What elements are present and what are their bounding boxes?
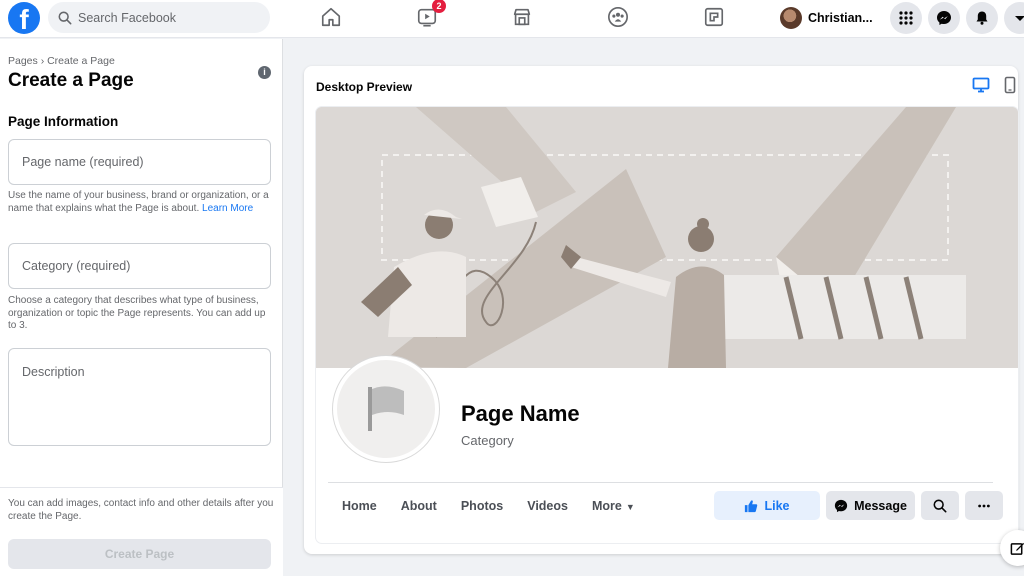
tab-more[interactable]: More ▼ <box>592 499 635 513</box>
like-button[interactable]: Like <box>714 491 820 520</box>
messenger-icon <box>937 11 951 25</box>
account-button[interactable] <box>1004 2 1024 34</box>
page-name-help-text: Use the name of your business, brand or … <box>8 190 274 215</box>
more-dots-icon <box>978 504 990 507</box>
page-preview: Page Name Category Home About Photos Vid… <box>316 107 1018 543</box>
bell-icon <box>976 11 988 25</box>
desktop-icon <box>972 77 990 93</box>
learn-more-link[interactable]: Learn More <box>202 203 253 214</box>
avatar <box>780 7 802 29</box>
menu-button[interactable] <box>890 2 922 34</box>
footer-note: You can add images, contact info and oth… <box>8 498 274 522</box>
tab-about[interactable]: About <box>401 499 437 513</box>
profile-link[interactable]: Christian... <box>780 5 873 31</box>
category-help-text: Choose a category that describes what ty… <box>8 295 266 331</box>
search-icon <box>58 11 72 24</box>
profile-name: Christian... <box>808 11 873 25</box>
messenger-button[interactable] <box>928 2 960 34</box>
search-bar[interactable] <box>48 2 270 33</box>
notifications-button[interactable] <box>966 2 998 34</box>
home-icon[interactable] <box>320 6 344 30</box>
desktop-preview-card: Desktop Preview Page Name Category Home … <box>304 66 1018 554</box>
like-label: Like <box>764 498 790 513</box>
preview-category: Category <box>461 433 514 448</box>
compose-icon <box>1010 542 1024 555</box>
description-textarea[interactable] <box>8 348 271 446</box>
info-icon[interactable]: i <box>258 66 271 79</box>
page-title: Create a Page <box>8 70 134 91</box>
category-input[interactable] <box>8 243 271 289</box>
tab-more-label: More <box>591 499 622 513</box>
create-page-form-panel: Pages › Create a Page Create a Page i Pa… <box>0 39 283 576</box>
watch-icon[interactable]: 2 <box>416 0 446 30</box>
notification-badge: 2 <box>432 0 446 13</box>
marketplace-icon[interactable] <box>511 6 535 30</box>
preview-page-name: Page Name <box>461 401 580 426</box>
grid-menu-icon <box>899 11 913 25</box>
tab-videos[interactable]: Videos <box>527 499 568 513</box>
messenger-icon <box>834 499 848 512</box>
message-button[interactable]: Message <box>826 491 915 520</box>
form-footer: You can add images, contact info and oth… <box>0 487 283 576</box>
thumbs-up-icon <box>745 499 758 512</box>
groups-icon[interactable] <box>607 6 631 30</box>
preview-title: Desktop Preview <box>316 80 413 94</box>
page-name-input[interactable] <box>8 139 271 185</box>
preview-tabs: Home About Photos Videos More ▼ <box>342 499 659 513</box>
tab-photos[interactable]: Photos <box>461 499 503 513</box>
create-page-button[interactable]: Create Page <box>8 539 271 569</box>
section-title: Page Information <box>8 114 119 129</box>
profile-picture-placeholder <box>333 356 439 462</box>
mobile-icon <box>1004 76 1016 94</box>
breadcrumb[interactable]: Pages › Create a Page <box>8 55 115 67</box>
page-search-button[interactable] <box>921 491 959 520</box>
chevron-down-icon <box>1015 16 1024 21</box>
new-message-button[interactable] <box>1000 530 1024 566</box>
mobile-view-button[interactable] <box>1001 76 1021 96</box>
facebook-logo[interactable]: f <box>8 2 40 34</box>
search-input[interactable] <box>78 10 258 25</box>
search-icon <box>933 499 947 512</box>
desktop-view-button[interactable] <box>972 76 992 96</box>
cover-photo-illustration <box>316 107 1018 368</box>
gaming-icon[interactable] <box>703 6 727 30</box>
flag-icon <box>368 386 404 431</box>
divider <box>328 482 993 483</box>
top-navigation-bar: f 2 Christian... <box>0 0 1024 38</box>
caret-down-icon: ▼ <box>625 502 635 512</box>
tab-home[interactable]: Home <box>342 499 377 513</box>
more-options-button[interactable] <box>965 491 1003 520</box>
message-label: Message <box>854 498 907 513</box>
